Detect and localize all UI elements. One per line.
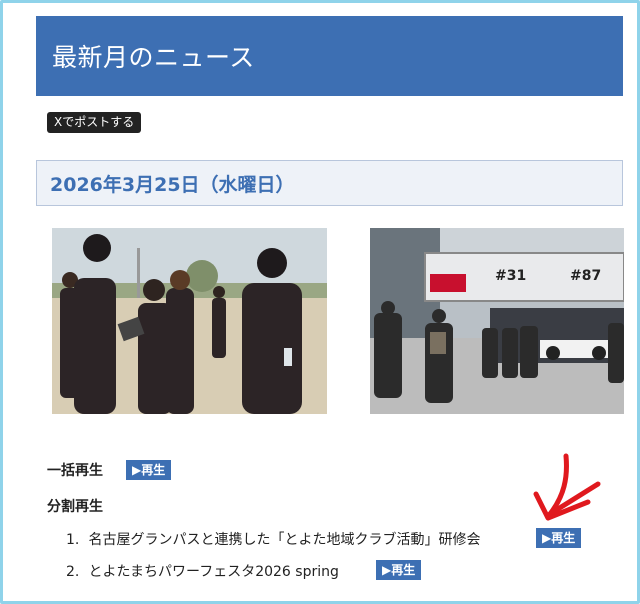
banner-number-87: #87 (570, 268, 601, 284)
photo-festival-event: #31 #87 (370, 228, 624, 414)
list-item-number: 2. (66, 564, 80, 580)
x-post-button[interactable]: Xでポストする (47, 112, 142, 133)
photo-training-session (52, 228, 327, 414)
play-item-1-button[interactable]: ▶再生 (536, 528, 582, 548)
list-item: 1. 名古屋グランパスと連携した「とよた地域クラブ活動」研修会 (66, 529, 480, 549)
date-heading: 2026年3月25日（水曜日） (36, 160, 623, 206)
page-header: 最新月のニュース (36, 16, 623, 96)
list-item-number: 1. (66, 532, 80, 548)
article-date: 2026年3月25日（水曜日） (50, 173, 295, 196)
play-item-2-button[interactable]: ▶再生 (376, 560, 422, 580)
red-arrow-annotation-icon (533, 453, 601, 521)
list-item-title: 名古屋グランパスと連携した「とよた地域クラブ活動」研修会 (88, 532, 481, 548)
play-all-button[interactable]: ▶再生 (126, 460, 172, 480)
play-all-label: 一括再生 (47, 463, 103, 479)
page-title: 最新月のニュース (52, 43, 255, 72)
list-item-title: とよたまちパワーフェスタ2026 spring (88, 564, 339, 580)
banner-number-31: #31 (495, 268, 526, 284)
split-play-label: 分割再生 (47, 499, 103, 515)
list-item: 2. とよたまちパワーフェスタ2026 spring (66, 561, 339, 581)
